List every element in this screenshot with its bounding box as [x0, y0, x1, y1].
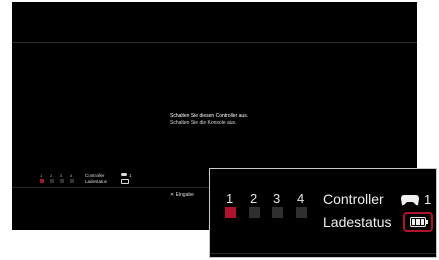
controller-number: 1: [129, 173, 132, 178]
gamepad-icon: [121, 173, 127, 176]
charge-label: Ladestatus: [323, 214, 392, 230]
battery-full-icon: [121, 179, 129, 184]
figure: Schalten Sie diesen Controller aus. Scha…: [0, 0, 439, 260]
port-indicator: [249, 207, 260, 218]
port-number: 3: [273, 191, 281, 206]
battery-full-icon: [410, 217, 428, 227]
port-number: 1: [40, 173, 43, 178]
port-indicator-active: [225, 207, 236, 218]
port-number: 2: [250, 191, 258, 206]
enter-button-hint[interactable]: ✕ Eingabe: [170, 192, 194, 198]
port-number: 4: [297, 191, 305, 206]
port-number: 4: [70, 173, 73, 178]
controller-label: Controller: [323, 191, 384, 207]
message-secondary: Schalten Sie die Konsole aus.: [170, 120, 237, 126]
port-indicator: [60, 179, 64, 183]
inset-divider: [210, 253, 436, 254]
port-number: 1: [226, 191, 234, 206]
controller-label: Controller: [85, 173, 105, 178]
zoom-inset: 1 2 3 4 Controller Ladestatus 1: [209, 168, 437, 258]
controller-status-mini: 1 2 3 4 Controller Ladestatus 1: [40, 173, 160, 185]
gamepad-icon: [401, 195, 419, 206]
message-primary: Schalten Sie diesen Controller aus.: [170, 113, 249, 119]
controller-number: 1: [424, 192, 432, 207]
port-indicator: [50, 179, 54, 183]
port-number: 2: [50, 173, 53, 178]
charge-label: Ladestatus: [85, 179, 108, 184]
top-divider: [12, 42, 417, 43]
port-indicator-active: [40, 179, 44, 183]
battery-highlight-ring: [403, 212, 433, 232]
port-indicator: [70, 179, 74, 183]
port-number: 3: [60, 173, 63, 178]
port-indicator: [296, 207, 307, 218]
port-indicator: [272, 207, 283, 218]
